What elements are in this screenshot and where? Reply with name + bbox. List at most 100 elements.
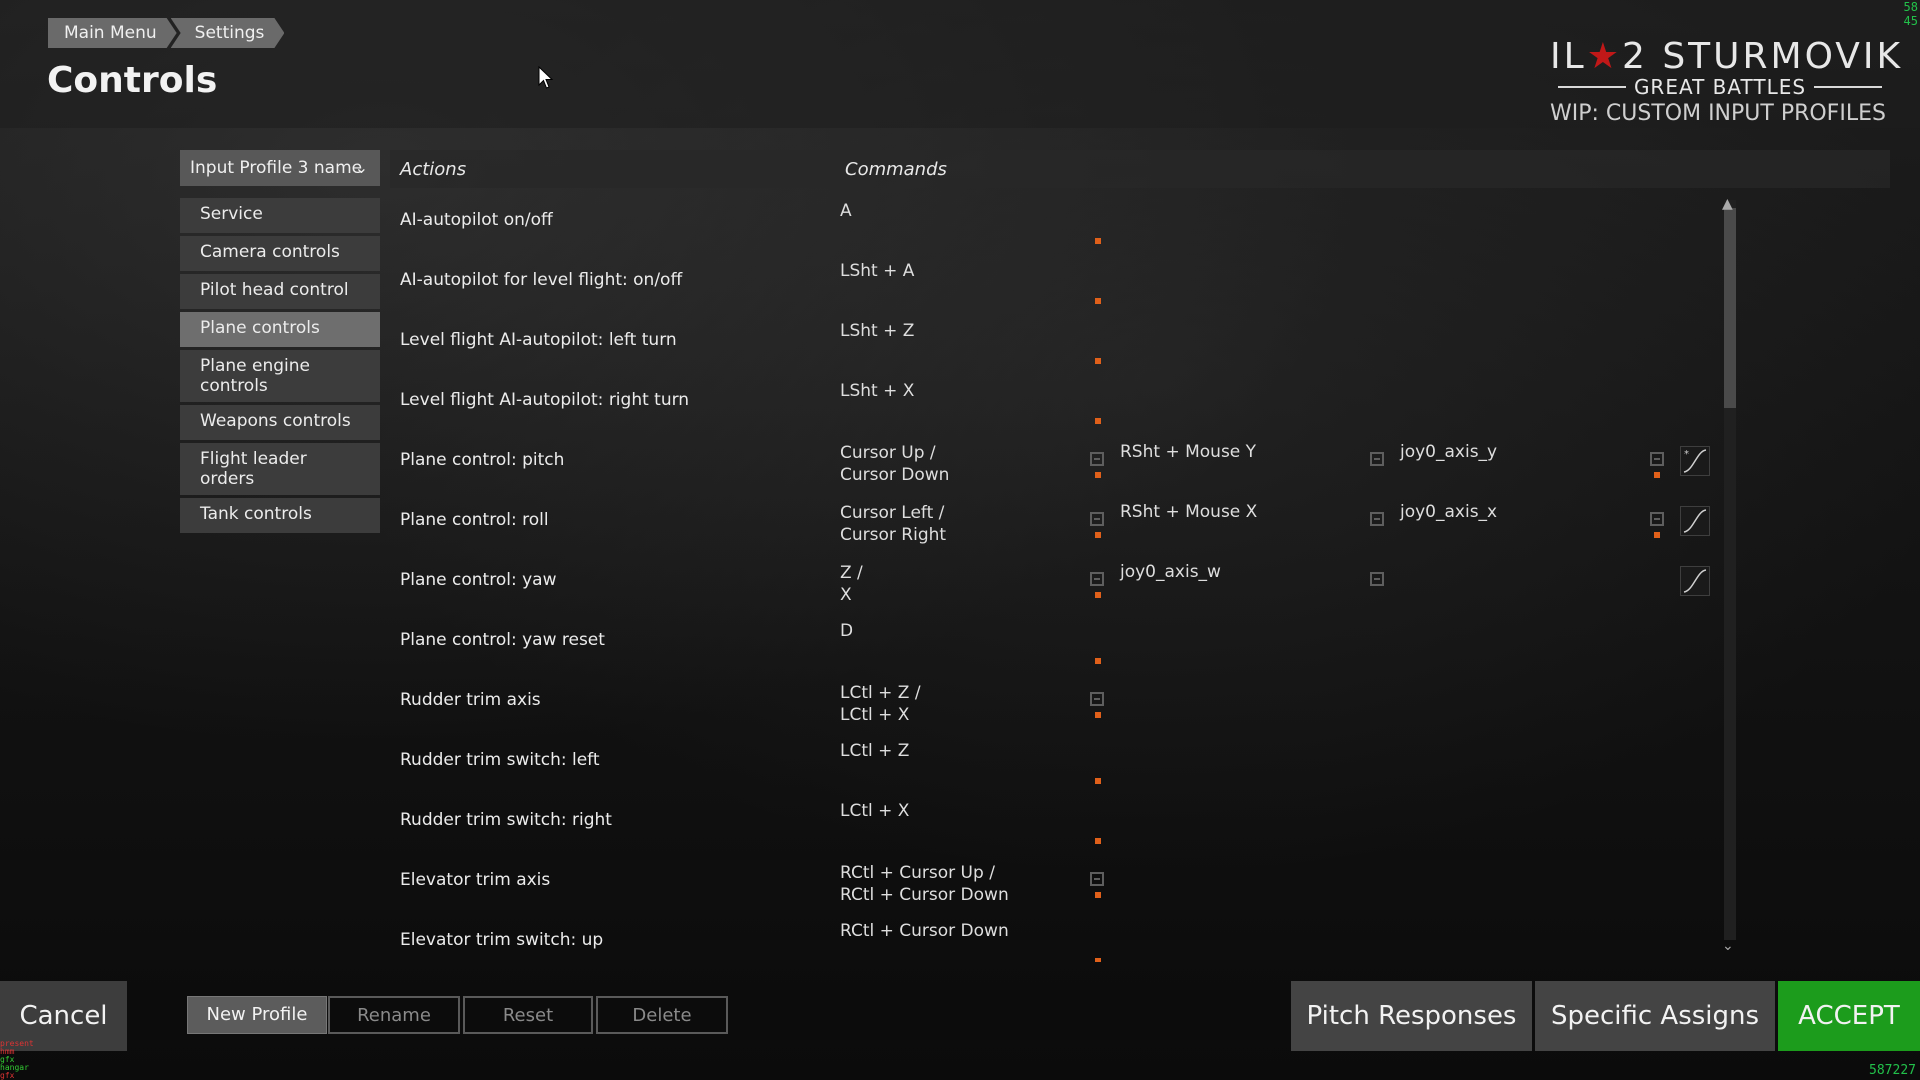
fps-value: 58: [1903, 0, 1918, 14]
tertiary-command[interactable]: joy0_axis_x: [1400, 502, 1497, 522]
assigned-indicator-icon: [1095, 358, 1101, 364]
command-line: LCtl + Z /: [840, 683, 921, 703]
invert-axis-icon[interactable]: [1370, 512, 1384, 526]
category-pilot-head-control[interactable]: Pilot head control: [180, 274, 380, 309]
command-line: D: [840, 621, 854, 641]
invert-axis-icon[interactable]: [1650, 512, 1664, 526]
breadcrumb-main-menu[interactable]: Main Menu: [48, 18, 177, 48]
table-row[interactable]: Elevator trim axis RCtl + Cursor Up / RCtl…: [390, 852, 1750, 912]
table-row[interactable]: Level flight AI-autopilot: left turn LSht…: [390, 312, 1750, 372]
fps-counter: 58 45: [1904, 0, 1918, 28]
command-line: X: [840, 585, 852, 605]
primary-command[interactable]: LCtl + Z: [840, 740, 909, 762]
assigned-indicator-icon: [1095, 892, 1101, 898]
controls-table-body: AI-autopilot on/off A AI-autopilot for lev…: [390, 192, 1750, 962]
action-label: AI-autopilot for level flight: on/off: [400, 270, 683, 290]
table-row[interactable]: Plane control: pitch Cursor Up / Cursor Do…: [390, 432, 1750, 492]
primary-command[interactable]: A: [840, 200, 852, 222]
logo-rule-left: [1558, 86, 1626, 88]
logo-wip-caption: WIP: CUSTOM INPUT PROFILES: [1550, 101, 1886, 126]
table-row[interactable]: Rudder trim switch: right LCtl + X: [390, 792, 1750, 852]
command-line: LCtl + Z: [840, 741, 910, 761]
invert-axis-icon[interactable]: [1090, 512, 1104, 526]
table-row[interactable]: Rudder trim axis LCtl + Z / LCtl + X: [390, 672, 1750, 732]
response-curve-icon[interactable]: [1680, 506, 1710, 536]
invert-axis-icon[interactable]: [1090, 872, 1104, 886]
breadcrumb: Main Menu Settings: [48, 18, 286, 48]
table-row[interactable]: Rudder trim switch: left LCtl + Z: [390, 732, 1750, 792]
category-tank-controls[interactable]: Tank controls: [180, 498, 380, 533]
reset-button[interactable]: Reset: [463, 996, 593, 1034]
command-line: Cursor Left /: [840, 503, 945, 523]
command-line: Cursor Up /: [840, 443, 936, 463]
command-line: RCtl + Cursor Up /: [840, 863, 995, 883]
table-row[interactable]: AI-autopilot for level flight: on/off LSh…: [390, 252, 1750, 312]
primary-command[interactable]: Z / X: [840, 562, 863, 606]
delete-button[interactable]: Delete: [596, 996, 728, 1034]
input-profile-dropdown[interactable]: Input Profile 3 name ⌄: [180, 150, 380, 186]
primary-command[interactable]: Cursor Left / Cursor Right: [840, 502, 946, 546]
category-list: Service Camera controls Pilot head contr…: [180, 198, 380, 536]
tertiary-command[interactable]: joy0_axis_y: [1400, 442, 1497, 462]
assigned-indicator-icon: [1095, 418, 1101, 424]
primary-command[interactable]: Cursor Up / Cursor Down: [840, 442, 949, 486]
primary-command[interactable]: RCtl + Cursor Up / RCtl + Cursor Down: [840, 862, 1009, 906]
chevron-down-icon: ⌄: [354, 158, 368, 177]
logo-rule-right: [1814, 86, 1883, 88]
new-profile-button[interactable]: New Profile: [187, 996, 327, 1034]
primary-command[interactable]: LSht + Z: [840, 320, 914, 342]
category-plane-engine-controls[interactable]: Plane engine controls: [180, 350, 380, 402]
primary-command[interactable]: D: [840, 620, 853, 642]
category-plane-controls[interactable]: Plane controls: [180, 312, 380, 347]
primary-command[interactable]: LCtl + X: [840, 800, 909, 822]
assigned-indicator-icon: [1654, 532, 1660, 538]
invert-axis-icon[interactable]: [1090, 572, 1104, 586]
command-line: Cursor Down: [840, 465, 950, 485]
scroll-up-icon[interactable]: ▲: [1722, 196, 1733, 212]
scroll-down-icon[interactable]: ⌄: [1722, 938, 1734, 954]
response-curve-icon[interactable]: [1680, 566, 1710, 596]
table-row[interactable]: Plane control: yaw Z / Xjoy0_axis_w: [390, 552, 1750, 612]
invert-axis-icon[interactable]: [1090, 452, 1104, 466]
category-weapons-controls[interactable]: Weapons controls: [180, 405, 380, 440]
action-label: Elevator trim switch: up: [400, 930, 604, 950]
specific-assigns-button[interactable]: Specific Assigns: [1535, 981, 1775, 1051]
secondary-command[interactable]: RSht + Mouse Y: [1120, 442, 1256, 462]
assigned-indicator-icon: [1095, 298, 1101, 304]
primary-command[interactable]: RCtl + Cursor Down: [840, 920, 1009, 942]
rename-button[interactable]: Rename: [328, 996, 460, 1034]
primary-command[interactable]: LCtl + Z / LCtl + X: [840, 682, 921, 726]
category-service[interactable]: Service: [180, 198, 380, 233]
table-row[interactable]: AI-autopilot on/off A: [390, 192, 1750, 252]
assigned-indicator-icon: [1095, 472, 1101, 478]
action-label: Level flight AI-autopilot: right turn: [400, 390, 690, 410]
table-row[interactable]: Level flight AI-autopilot: right turn LSh…: [390, 372, 1750, 432]
invert-axis-icon[interactable]: [1370, 452, 1384, 466]
game-logo: IL★2 STURMOVIK GREAT BATTLES WIP: CUSTOM…: [1550, 36, 1900, 126]
invert-axis-icon[interactable]: [1090, 692, 1104, 706]
scrollbar-thumb[interactable]: [1724, 208, 1736, 408]
assigned-indicator-icon: [1095, 712, 1101, 718]
command-line: A: [840, 201, 852, 221]
category-camera-controls[interactable]: Camera controls: [180, 236, 380, 271]
secondary-command[interactable]: RSht + Mouse X: [1120, 502, 1257, 522]
command-line: LSht + X: [840, 381, 915, 401]
assigned-indicator-icon: [1095, 838, 1101, 844]
primary-command[interactable]: LSht + X: [840, 380, 914, 402]
table-row[interactable]: Plane control: roll Cursor Left / Cursor R…: [390, 492, 1750, 552]
table-row[interactable]: Plane control: yaw reset D: [390, 612, 1750, 672]
logo-text-left: IL: [1550, 36, 1587, 77]
logo-star-icon: ★: [1586, 36, 1622, 77]
invert-axis-icon[interactable]: [1370, 572, 1384, 586]
breadcrumb-settings[interactable]: Settings: [171, 18, 285, 48]
action-label: Plane control: yaw reset: [400, 630, 605, 650]
primary-command[interactable]: LSht + A: [840, 260, 914, 282]
response-curve-icon[interactable]: *: [1680, 446, 1710, 476]
secondary-command[interactable]: joy0_axis_w: [1120, 562, 1221, 582]
assigned-indicator-icon: [1095, 958, 1101, 962]
pitch-responses-button[interactable]: Pitch Responses: [1291, 981, 1532, 1051]
table-row[interactable]: Elevator trim switch: up RCtl + Cursor Do…: [390, 912, 1750, 962]
accept-button[interactable]: ACCEPT: [1778, 981, 1920, 1051]
category-flight-leader-orders[interactable]: Flight leader orders: [180, 443, 380, 495]
invert-axis-icon[interactable]: [1650, 452, 1664, 466]
